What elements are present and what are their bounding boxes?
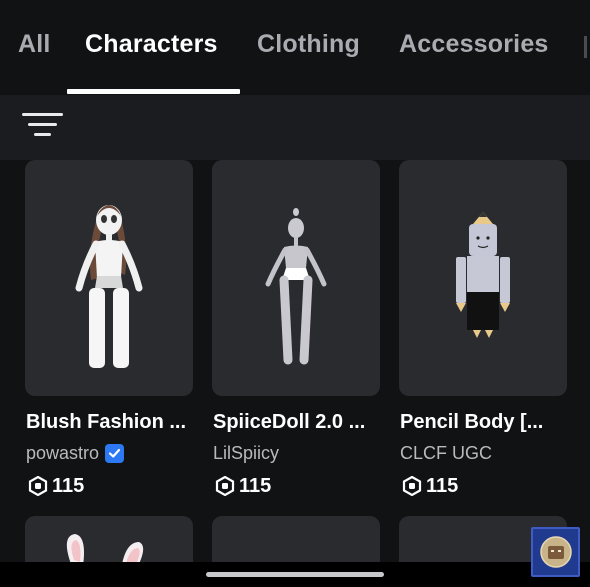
creator-row: powastro [26, 442, 125, 464]
item-thumbnail [25, 160, 193, 396]
item-price: 115 [52, 474, 85, 497]
creator-name[interactable]: LilSpiicy [213, 443, 279, 464]
creator-row: LilSpiicy [213, 442, 279, 464]
home-indicator[interactable] [206, 572, 384, 577]
tab-characters[interactable]: Characters [85, 30, 218, 59]
item-name: Pencil Body [... [400, 411, 544, 433]
tab-overflow-hint [584, 36, 587, 58]
item-price: 115 [426, 474, 459, 497]
item-price: 115 [239, 474, 272, 497]
character-doll-image [75, 205, 143, 368]
price-row: 115 [402, 474, 458, 498]
creator-name[interactable]: powastro [26, 443, 99, 464]
verified-badge-icon [105, 443, 125, 463]
item-thumbnail [212, 160, 380, 396]
robux-icon [28, 476, 48, 496]
watermark-logo-icon [531, 527, 580, 577]
creator-name[interactable]: CLCF UGC [400, 443, 492, 464]
tab-all[interactable]: All [18, 30, 51, 59]
character-doll-image [456, 212, 510, 338]
character-doll-image [265, 208, 327, 365]
tab-accessories[interactable]: Accessories [399, 30, 549, 59]
price-row: 115 [215, 474, 271, 498]
price-row: 115 [28, 474, 84, 498]
item-name: Blush Fashion ... [26, 411, 187, 433]
active-tab-indicator [67, 89, 240, 94]
tab-clothing[interactable]: Clothing [257, 30, 360, 59]
filter-bar [0, 95, 590, 160]
robux-icon [215, 476, 235, 496]
system-home-bar [0, 562, 590, 587]
filter-lines-icon[interactable] [22, 112, 64, 142]
category-tabs: All Characters Clothing Accessories [0, 0, 590, 95]
robux-icon [402, 476, 422, 496]
creator-row: CLCF UGC [400, 442, 492, 464]
item-thumbnail [399, 160, 567, 396]
item-grid: Blush Fashion ... powastro 115 SpiiceDol… [0, 160, 590, 587]
item-name: SpiiceDoll 2.0 ... [213, 411, 366, 433]
